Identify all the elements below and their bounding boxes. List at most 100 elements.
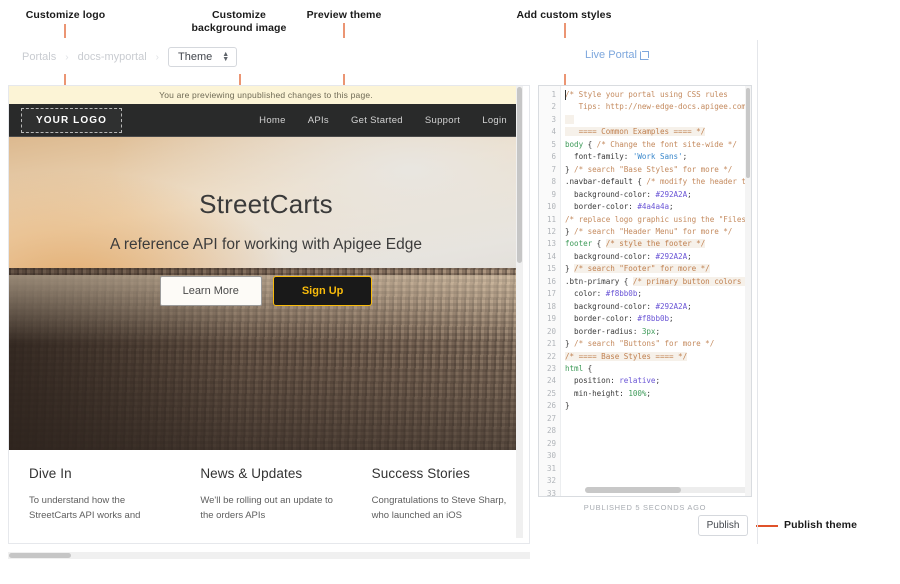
code-line: background-color: #292A2A;: [565, 301, 751, 313]
hero-title: StreetCarts: [9, 189, 523, 220]
code-line: Tips: http://new-edge-docs.apigee.com/: [565, 101, 751, 113]
line-number: 3: [539, 114, 560, 126]
code-line-6-brace: {: [583, 140, 597, 149]
learn-more-button[interactable]: Learn More: [160, 276, 262, 306]
leader-line-publish-theme: [756, 525, 778, 527]
line-number: 24: [539, 375, 560, 387]
line-number: 29: [539, 438, 560, 450]
line-number: 25: [539, 388, 560, 400]
code-line-18-comment: /* search "Footer" for more */: [574, 264, 710, 273]
code-line-28-selector: html: [565, 364, 583, 373]
line-number: 5: [539, 139, 560, 151]
code-line-18-brace: }: [565, 264, 574, 273]
code-line-17-value: #292A2A: [655, 252, 687, 261]
code-line: } /* search "Base Styles" for more */: [565, 164, 751, 176]
editor-horizontal-scrollbar[interactable]: [585, 487, 751, 493]
breadcrumb-separator-1: ›: [65, 52, 68, 63]
nav-link-home[interactable]: Home: [259, 115, 286, 126]
code-line: /* ==== Base Styles ==== */: [565, 351, 751, 363]
code-line: [565, 114, 751, 126]
nav-link-get-started[interactable]: Get Started: [351, 115, 403, 126]
code-line-8-comment: /* search "Base Styles" for more */: [574, 165, 732, 174]
css-code-editor[interactable]: 1 2 3 4 5 6 7 8 9 10 11 12 13 14 15 16 1…: [538, 85, 752, 497]
editor-vertical-scrollbar-thumb[interactable]: [746, 88, 750, 178]
hero-section: StreetCarts A reference API for working …: [9, 137, 523, 450]
card-success-stories-body: Congratulations to Steve Sharp, who laun…: [372, 493, 507, 523]
code-line-14-comment: /* search "Header Menu" for more */: [574, 227, 732, 236]
code-line-16-selector: footer: [565, 239, 592, 248]
code-line-25-comment: /* search "Buttons" for more */: [574, 339, 714, 348]
portal-logo-placeholder[interactable]: YOUR LOGO: [21, 108, 122, 133]
code-line: } /* search "Footer" for more */: [565, 263, 751, 275]
card-dive-in: Dive In To understand how the StreetCart…: [9, 466, 180, 523]
code-line: /* replace logo graphic using the "Files…: [565, 214, 751, 226]
preview-horizontal-scrollbar[interactable]: [8, 552, 530, 559]
line-number: 8: [539, 176, 560, 188]
editor-horizontal-scrollbar-thumb[interactable]: [585, 487, 681, 493]
code-line-10-selector: .navbar-default {: [565, 177, 646, 186]
panel-divider: [757, 40, 758, 544]
code-line-3: [565, 115, 574, 124]
annotation-add-custom-styles: Add custom styles: [503, 9, 625, 22]
code-line-11-value: #292A2A: [655, 190, 687, 199]
theme-preview-pane[interactable]: You are previewing unpublished changes t…: [8, 85, 530, 544]
hero-content: StreetCarts A reference API for working …: [9, 137, 523, 306]
line-number: 7: [539, 164, 560, 176]
section-select-value: Theme: [178, 51, 212, 63]
sign-up-button[interactable]: Sign Up: [273, 276, 373, 306]
breadcrumb-portals[interactable]: Portals: [22, 51, 56, 63]
preview-viewport: You are previewing unpublished changes t…: [9, 86, 523, 538]
nav-link-support[interactable]: Support: [425, 115, 460, 126]
code-line-16-comment: /* style the footer */: [606, 239, 705, 248]
code-line-29-prop: position:: [565, 376, 619, 385]
line-number: 17: [539, 288, 560, 300]
live-portal-link[interactable]: Live Portal: [585, 49, 649, 61]
publish-button[interactable]: Publish: [698, 515, 748, 536]
hero-subtitle: A reference API for working with Apigee …: [9, 236, 523, 254]
code-line-7-prop: font-family:: [565, 152, 633, 161]
code-line: background-color: #292A2A;: [565, 189, 751, 201]
preview-horizontal-scrollbar-thumb[interactable]: [9, 553, 71, 558]
code-line-21-prop: color:: [565, 289, 606, 298]
live-portal-label: Live Portal: [585, 49, 637, 61]
code-line-14-brace: }: [565, 227, 574, 236]
code-line-24-value: 3px: [642, 327, 656, 336]
line-number: 2: [539, 101, 560, 113]
unpublished-changes-banner-text: You are previewing unpublished changes t…: [159, 90, 373, 100]
section-select[interactable]: Theme ▲▼: [168, 47, 237, 67]
code-line: } /* search "Buttons" for more */: [565, 338, 751, 350]
code-line-16-brace: {: [592, 239, 606, 248]
card-dive-in-heading: Dive In: [29, 466, 164, 481]
line-number: 1: [539, 89, 560, 101]
code-line: min-height: 100%;: [565, 388, 751, 400]
line-number: 14: [539, 251, 560, 263]
code-line-24-prop: border-radius:: [565, 327, 642, 336]
code-line-25-brace: }: [565, 339, 574, 348]
nav-link-apis[interactable]: APIs: [308, 115, 329, 126]
code-line-23-value: #f8bb0b: [637, 314, 669, 323]
code-line: color: #f8bb0b;: [565, 288, 751, 300]
breadcrumb-portal-name[interactable]: docs-myportal: [78, 51, 147, 63]
card-news-updates-body: We'll be rolling out an update to the or…: [200, 493, 335, 523]
line-number: 13: [539, 238, 560, 250]
annotation-customize-logo: Customize logo: [18, 9, 113, 22]
editor-line-number-gutter: 1 2 3 4 5 6 7 8 9 10 11 12 13 14 15 16 1…: [539, 86, 561, 496]
card-news-updates-heading: News & Updates: [200, 466, 335, 481]
code-line-27: /* ==== Base Styles ==== */: [565, 352, 687, 361]
code-line: .btn-primary { /* primary button colors …: [565, 276, 751, 288]
card-dive-in-body: To understand how the StreetCarts API wo…: [29, 493, 164, 523]
line-number: 4: [539, 126, 560, 138]
code-line-1: /* Style your portal using CSS rules: [565, 90, 728, 99]
code-line: html {: [565, 363, 751, 375]
nav-link-login[interactable]: Login: [482, 115, 507, 126]
line-number: 12: [539, 226, 560, 238]
editor-code-area[interactable]: /* Style your portal using CSS rules Tip…: [561, 86, 751, 496]
line-number: 32: [539, 475, 560, 487]
annotation-background-label-line2: background image: [192, 22, 287, 34]
code-line: footer { /* style the footer */: [565, 238, 751, 250]
code-line: body { /* Change the font site-wide */: [565, 139, 751, 151]
editor-vertical-scrollbar[interactable]: [745, 86, 751, 496]
code-line-6-selector: body: [565, 140, 583, 149]
code-line-30-value: 100%: [628, 389, 646, 398]
code-line-22-prop: background-color:: [565, 302, 655, 311]
